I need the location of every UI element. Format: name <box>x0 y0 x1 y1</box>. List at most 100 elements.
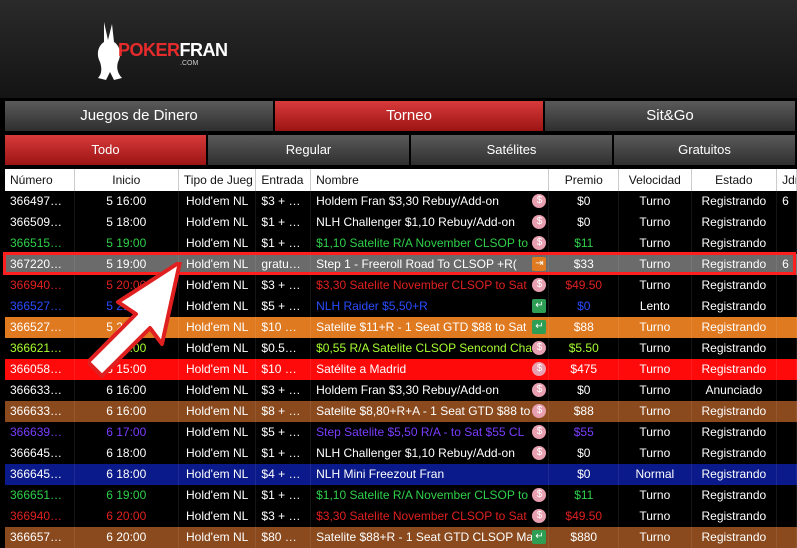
pointer-arrow-icon <box>88 262 182 378</box>
cell-status: Registrando <box>692 464 778 485</box>
logo-domain: .COM <box>180 60 199 67</box>
cell-prize: $880 <box>549 527 620 548</box>
cell-prize: $88 <box>549 401 620 422</box>
cell-status: Registrando <box>692 485 778 506</box>
cell-num: 366633… <box>5 401 75 422</box>
cell-name: $3,30 Satelite November CLSOP to Sat $ <box>311 275 550 296</box>
cell-start: 5 18:00 <box>75 212 179 233</box>
cell-num: 366497… <box>5 191 75 212</box>
cell-num: 366639… <box>5 422 75 443</box>
cell-type: Hold'em NL <box>179 506 257 527</box>
cell-name: $3,30 Satelite November CLSOP to Sat $ <box>311 506 550 527</box>
cell-start: 6 17:00 <box>75 422 179 443</box>
subtab-regular[interactable]: Regular <box>208 135 411 165</box>
col-estado[interactable]: Estado <box>692 169 778 191</box>
cell-speed: Turno <box>619 212 692 233</box>
cell-jdr <box>777 401 797 422</box>
cell-start: 5 19:00 <box>75 233 179 254</box>
cell-name: NLH Challenger $1,10 Rebuy/Add-on $ <box>311 443 550 464</box>
table-row[interactable]: 366633… 6 16:00 Hold'em NL $3 + … Holdem Fra… <box>5 380 797 401</box>
cell-name: Satelite $8,80+R+A - 1 Seat GTD $88 to $ <box>311 401 550 422</box>
col-premio[interactable]: Premio <box>549 169 620 191</box>
cell-entry: $3 + … <box>256 506 312 527</box>
cell-type: Hold'em NL <box>179 359 257 380</box>
cell-entry: $3 + … <box>256 191 312 212</box>
cell-entry: $3 + … <box>256 380 312 401</box>
cell-jdr <box>777 380 797 401</box>
cell-status: Registrando <box>692 275 778 296</box>
cell-prize: $0 <box>549 443 620 464</box>
cell-entry: $1 + … <box>256 443 312 464</box>
col-jdr[interactable]: Jdr <box>777 169 797 191</box>
cell-type: Hold'em NL <box>179 212 257 233</box>
table-row[interactable]: 366509… 5 18:00 Hold'em NL $1 + … NLH Challe… <box>5 212 797 233</box>
cell-name: Satélite a Madrid $ <box>311 359 550 380</box>
tab-juegos-de-dinero[interactable]: Juegos de Dinero <box>5 101 275 131</box>
cell-type: Hold'em NL <box>179 233 257 254</box>
cell-start: 6 20:00 <box>75 527 179 548</box>
cell-entry: $3 + … <box>256 275 312 296</box>
dollar-icon: $ <box>532 383 547 397</box>
col-numero[interactable]: Número <box>5 169 75 191</box>
cell-name: Holdem Fran $3,30 Rebuy/Add-on $ <box>311 191 550 212</box>
cell-num: 366940… <box>5 506 75 527</box>
table-row[interactable]: 366940… 6 20:00 Hold'em NL $3 + … $3,30 Sate… <box>5 506 797 527</box>
cell-entry: $10 … <box>256 359 312 380</box>
cell-type: Hold'em NL <box>179 191 257 212</box>
table-row[interactable]: 366645… 6 18:00 Hold'em NL $4 + … NLH Mini F… <box>5 464 797 485</box>
cell-num: 367220… <box>5 254 75 275</box>
cell-speed: Turno <box>619 191 692 212</box>
subtab-gratuitos[interactable]: Gratuitos <box>614 135 797 165</box>
return-icon: ↵ <box>532 530 547 544</box>
cell-prize: $49.50 <box>549 506 620 527</box>
col-velocidad[interactable]: Velocidad <box>619 169 692 191</box>
tab-sitgo[interactable]: Sit&Go <box>545 101 797 131</box>
col-tipo[interactable]: Tipo de Jueg <box>179 169 257 191</box>
subtab-satelites[interactable]: Satélites <box>411 135 614 165</box>
table-row[interactable]: 366633… 6 16:00 Hold'em NL $8 + … Satelite $… <box>5 401 797 422</box>
table-row[interactable]: 366515… 5 19:00 Hold'em NL $1 + … $1,10 Sate… <box>5 233 797 254</box>
col-entrada[interactable]: Entrada <box>256 169 312 191</box>
cell-jdr <box>777 359 797 380</box>
cell-type: Hold'em NL <box>179 380 257 401</box>
table-row[interactable]: 366645… 6 18:00 Hold'em NL $1 + … NLH Challe… <box>5 443 797 464</box>
cell-speed: Turno <box>619 422 692 443</box>
cell-num: 366645… <box>5 443 75 464</box>
cell-prize: $0 <box>549 464 620 485</box>
cell-prize: $49.50 <box>549 275 620 296</box>
cell-speed: Turno <box>619 401 692 422</box>
cell-num: 366621… <box>5 338 75 359</box>
cell-start: 6 19:00 <box>75 485 179 506</box>
cell-jdr <box>777 443 797 464</box>
tab-torneo[interactable]: Torneo <box>275 101 545 131</box>
table-row[interactable]: 366657… 6 20:00 Hold'em NL $80 … Satelite $8… <box>5 527 797 548</box>
cell-type: Hold'em NL <box>179 464 257 485</box>
table-row[interactable]: 366651… 6 19:00 Hold'em NL $1 + … $1,10 Sate… <box>5 485 797 506</box>
col-inicio[interactable]: Inicio <box>75 169 179 191</box>
cell-prize: $0 <box>549 191 620 212</box>
cell-speed: Turno <box>619 359 692 380</box>
enter-icon: ⇥ <box>532 257 547 271</box>
cell-jdr <box>777 317 797 338</box>
sub-tabs: Todo Regular Satélites Gratuitos <box>5 135 797 165</box>
subtab-todo[interactable]: Todo <box>5 135 208 165</box>
cell-status: Registrando <box>692 191 778 212</box>
cell-type: Hold'em NL <box>179 485 257 506</box>
cell-num: 366645… <box>5 464 75 485</box>
logo-wordmark: POKERFRAN <box>118 40 228 60</box>
col-nombre[interactable]: Nombre <box>311 169 550 191</box>
cell-name: NLH Raider $5,50+R ↵ <box>311 296 550 317</box>
dollar-icon: $ <box>532 341 547 355</box>
cell-num: 366940… <box>5 275 75 296</box>
cell-speed: Normal <box>619 464 692 485</box>
cell-prize: $5.50 <box>549 338 620 359</box>
cell-jdr <box>777 275 797 296</box>
cell-status: Registrando <box>692 401 778 422</box>
cell-num: 366515… <box>5 233 75 254</box>
table-row[interactable]: 366497… 5 16:00 Hold'em NL $3 + … Holdem Fra… <box>5 191 797 212</box>
cell-type: Hold'em NL <box>179 443 257 464</box>
cell-type: Hold'em NL <box>179 275 257 296</box>
cell-speed: Turno <box>619 443 692 464</box>
table-row[interactable]: 366639… 6 17:00 Hold'em NL $5 + … Step Satel… <box>5 422 797 443</box>
cell-start: 6 16:00 <box>75 401 179 422</box>
